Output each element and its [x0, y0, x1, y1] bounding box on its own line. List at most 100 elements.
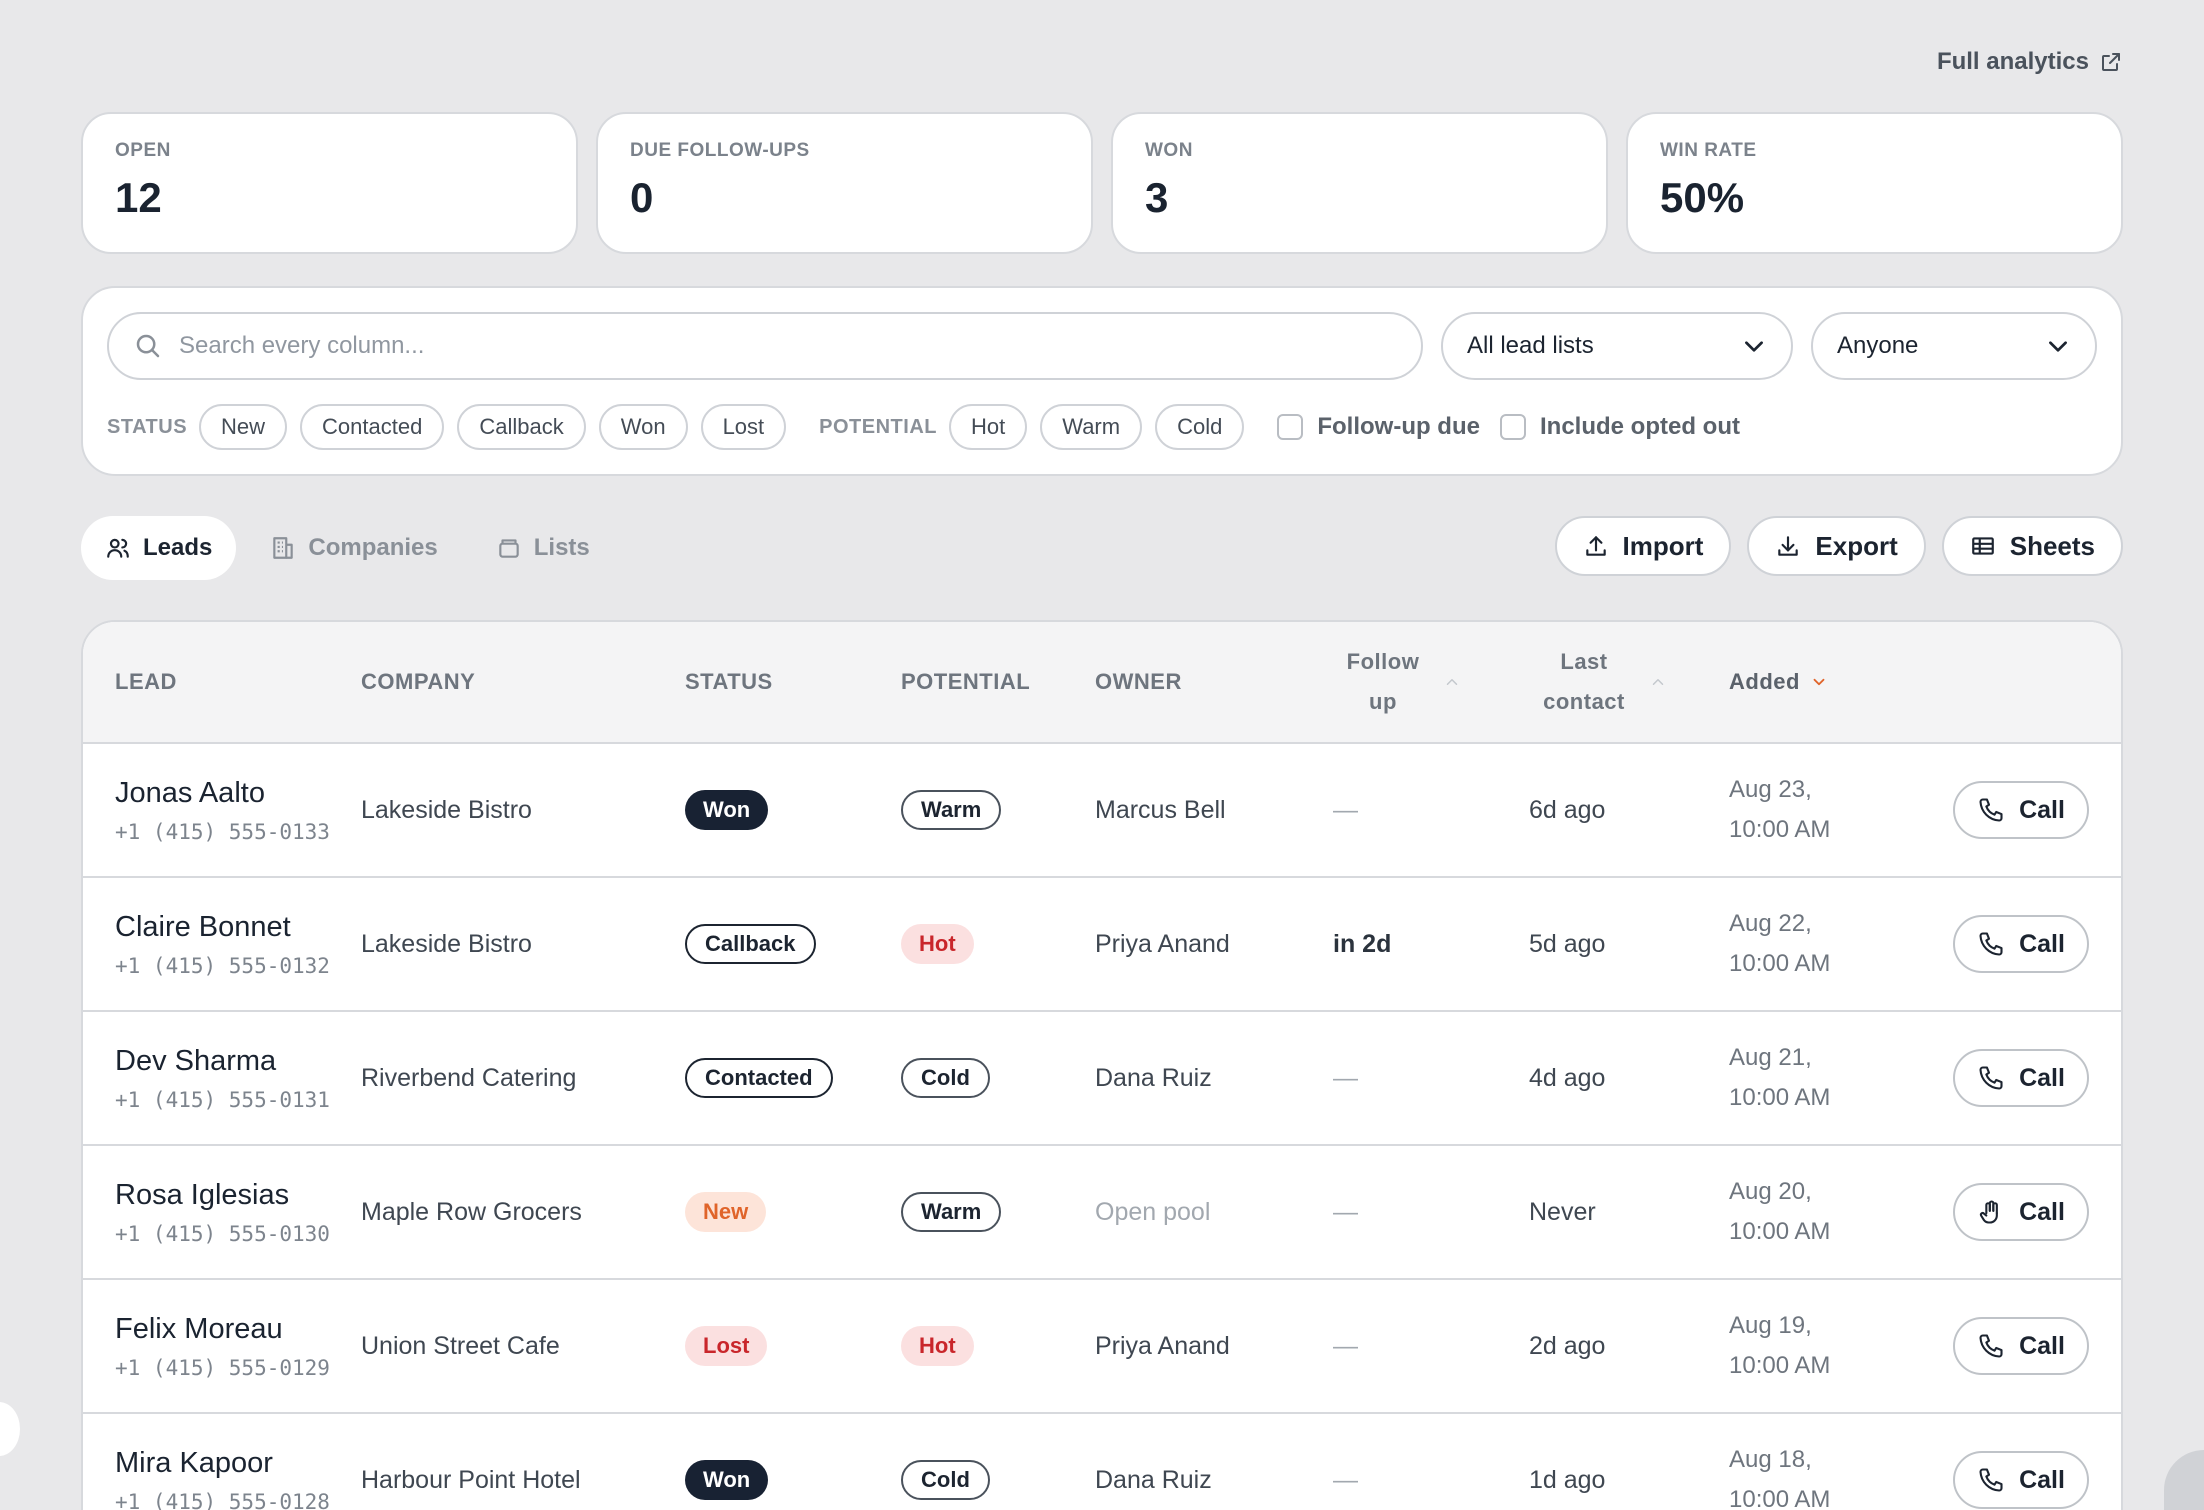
lead-phone: +1 (415) 555-0133 [115, 819, 330, 844]
sheets-label: Sheets [2009, 530, 2095, 561]
checkbox-box[interactable] [1499, 414, 1526, 440]
header-company[interactable]: COMPANY [361, 669, 685, 695]
include-opted-out-label: Include opted out [1539, 413, 1740, 440]
export-button[interactable]: Export [1747, 516, 1926, 576]
table-icon [1971, 537, 1994, 555]
call-button[interactable]: Call [1953, 1317, 2089, 1375]
hand-icon [1979, 1200, 1998, 1224]
checkbox-box[interactable] [1277, 414, 1304, 440]
call-button[interactable]: Call [1953, 1183, 2089, 1241]
search-box[interactable] [107, 312, 1423, 380]
chip-status-lost[interactable]: Lost [700, 404, 787, 450]
tab-lists[interactable]: Lists [472, 516, 614, 580]
potential-badge: Hot [901, 924, 974, 964]
company-cell: Harbour Point Hotel [361, 1465, 581, 1494]
upload-icon [1585, 536, 1606, 556]
chip-status-contacted[interactable]: Contacted [300, 404, 445, 450]
lead-lists-select[interactable]: All lead lists [1441, 312, 1793, 380]
lead-name[interactable]: Jonas Aalto [115, 777, 361, 810]
lead-name[interactable]: Felix Moreau [115, 1313, 361, 1346]
full-analytics-link[interactable]: Full analytics [1937, 48, 2123, 76]
added-cell: Aug 20, 10:00 AM [1729, 1172, 1945, 1252]
header-lead[interactable]: LEAD [83, 669, 361, 695]
call-button[interactable]: Call [1953, 781, 2089, 839]
header-added[interactable]: Added [1729, 669, 1945, 695]
added-date: Aug 21, [1729, 1044, 1812, 1071]
lead-name[interactable]: Mira Kapoor [115, 1447, 361, 1480]
last-contact-cell: 1d ago [1529, 1465, 1606, 1494]
header-potential[interactable]: POTENTIAL [901, 669, 1095, 695]
lead-name[interactable]: Claire Bonnet [115, 911, 361, 944]
header-owner[interactable]: OWNER [1095, 669, 1333, 695]
call-button[interactable]: Call [1953, 1049, 2089, 1107]
call-button[interactable]: Call [1953, 915, 2089, 973]
stat-label: OPEN [115, 140, 171, 161]
lead-name[interactable]: Dev Sharma [115, 1045, 361, 1078]
last-contact-cell: 6d ago [1529, 795, 1606, 824]
chip-potential-cold[interactable]: Cold [1155, 404, 1245, 450]
users-icon [107, 538, 129, 558]
header-last-contact[interactable]: Last contact [1529, 642, 1729, 722]
header-follow-line2: up [1369, 689, 1397, 714]
followup-due-checkbox[interactable]: Follow-up due [1277, 413, 1480, 441]
follow-up-cell: — [1333, 1465, 1358, 1494]
call-label: Call [2019, 929, 2065, 958]
chip-potential-hot[interactable]: Hot [949, 404, 1028, 450]
potential-badge: Warm [901, 1192, 1002, 1232]
status-badge: Won [685, 790, 769, 830]
export-label: Export [1815, 530, 1898, 561]
owner-cell: Dana Ruiz [1095, 1465, 1212, 1494]
side-handle[interactable] [0, 1402, 20, 1456]
added-cell: Aug 19, 10:00 AM [1729, 1306, 1945, 1386]
call-button[interactable]: Call [1953, 1451, 2089, 1509]
lead-name[interactable]: Rosa Iglesias [115, 1179, 361, 1212]
header-added-label: Added [1729, 669, 1800, 694]
header-follow-up[interactable]: Follow up [1333, 642, 1529, 722]
chip-status-won[interactable]: Won [598, 404, 688, 450]
header-follow-line1: Follow [1346, 649, 1420, 674]
table-header: LEAD COMPANY STATUS POTENTIAL OWNER Foll… [83, 622, 2121, 744]
lead-phone: +1 (415) 555-0130 [115, 1221, 330, 1246]
company-cell: Riverbend Catering [361, 1063, 577, 1092]
owner-cell: Open pool [1095, 1197, 1211, 1226]
full-analytics-label: Full analytics [1936, 48, 2089, 75]
call-label: Call [2019, 795, 2065, 824]
chip-status-new[interactable]: New [199, 404, 288, 450]
table-row[interactable]: Rosa Iglesias +1 (415) 555-0130 Maple Ro… [83, 1146, 2121, 1280]
table-row[interactable]: Mira Kapoor +1 (415) 555-0128 Harbour Po… [83, 1414, 2121, 1510]
external-link-icon [2102, 53, 2120, 71]
chevron-down-icon [2049, 341, 2067, 352]
resize-corner [2164, 1450, 2204, 1510]
tab-label: Lists [533, 534, 590, 561]
company-cell: Lakeside Bistro [361, 929, 532, 958]
follow-up-cell: — [1333, 1197, 1358, 1226]
status-badge: Lost [685, 1326, 768, 1366]
last-contact-cell: 4d ago [1529, 1063, 1606, 1092]
table-row[interactable]: Claire Bonnet +1 (415) 555-0132 Lakeside… [83, 878, 2121, 1012]
table-actions: Import Export Sheets [1554, 516, 2123, 576]
stat-label: WIN RATE [1660, 140, 1757, 161]
import-button[interactable]: Import [1554, 516, 1732, 576]
owner-cell: Priya Anand [1095, 1331, 1230, 1360]
search-input[interactable] [179, 332, 1397, 360]
chip-potential-warm[interactable]: Warm [1040, 404, 1143, 450]
table-row[interactable]: Jonas Aalto +1 (415) 555-0133 Lakeside B… [83, 744, 2121, 878]
follow-up-cell: in 2d [1333, 929, 1392, 958]
tab-leads[interactable]: Leads [81, 516, 237, 580]
status-badge: Won [685, 1460, 769, 1500]
chip-status-callback[interactable]: Callback [457, 404, 586, 450]
table-row[interactable]: Dev Sharma +1 (415) 555-0131 Riverbend C… [83, 1012, 2121, 1146]
sheets-button[interactable]: Sheets [1941, 516, 2123, 576]
search-icon [136, 334, 160, 358]
owner-select[interactable]: Anyone [1811, 312, 2097, 380]
tab-companies[interactable]: Companies [246, 516, 461, 580]
last-contact-cell: Never [1529, 1197, 1596, 1226]
include-opted-out-checkbox[interactable]: Include opted out [1499, 413, 1740, 441]
header-status[interactable]: STATUS [685, 669, 901, 695]
added-date: Aug 22, [1729, 910, 1812, 937]
stat-value: 12 [115, 174, 162, 221]
company-cell: Maple Row Grocers [361, 1197, 582, 1226]
table-row[interactable]: Felix Moreau +1 (415) 555-0129 Union Str… [83, 1280, 2121, 1414]
call-label: Call [2019, 1331, 2065, 1360]
lead-phone: +1 (415) 555-0128 [115, 1489, 330, 1510]
